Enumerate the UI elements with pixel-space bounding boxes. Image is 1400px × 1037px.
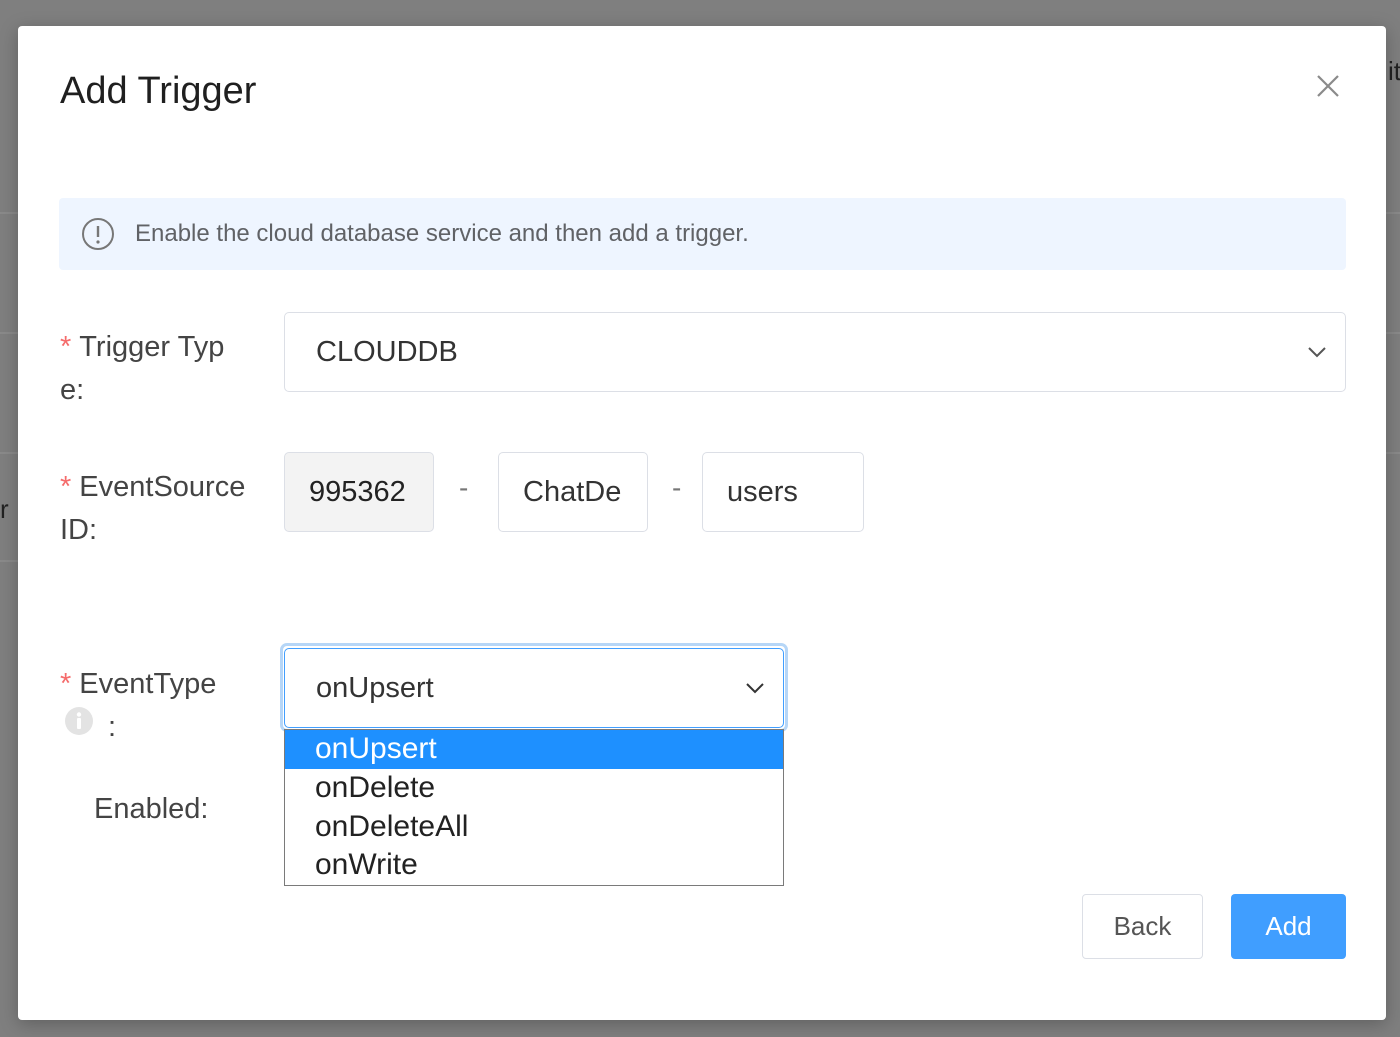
event-type-dropdown: onUpsert onDelete onDeleteAll onWrite	[284, 729, 784, 886]
collection-field[interactable]: users	[702, 452, 864, 532]
trigger-type-select[interactable]: CLOUDDB	[284, 312, 1346, 392]
option-ondeleteall[interactable]: onDeleteAll	[285, 808, 783, 847]
info-circle-icon	[82, 218, 114, 250]
option-onupsert[interactable]: onUpsert	[285, 730, 783, 769]
project-id-field: 995362	[284, 452, 434, 532]
separator: -	[459, 472, 469, 503]
trigger-type-value: CLOUDDB	[316, 335, 458, 368]
event-type-select[interactable]: onUpsert	[284, 648, 784, 728]
event-type-colon: :	[108, 711, 117, 743]
trigger-type-label: * Trigger Typ e:	[60, 331, 225, 406]
background-divider	[0, 332, 18, 334]
info-alert: Enable the cloud database service and th…	[59, 198, 1346, 270]
close-icon[interactable]	[1314, 72, 1342, 100]
required-mark: *	[60, 331, 72, 363]
add-trigger-dialog: Add Trigger Enable the cloud database se…	[18, 26, 1386, 1020]
add-button[interactable]: Add	[1231, 894, 1346, 959]
option-onwrite[interactable]: onWrite	[285, 846, 783, 885]
chevron-down-icon	[1308, 347, 1326, 358]
background-divider	[0, 560, 18, 562]
database-field[interactable]: ChatDe	[498, 452, 648, 532]
background-text: r	[0, 494, 9, 524]
enabled-label: Enabled:	[94, 793, 209, 825]
back-button[interactable]: Back	[1082, 894, 1203, 959]
background-divider	[1386, 332, 1400, 334]
background-divider	[1386, 212, 1400, 214]
dialog-title: Add Trigger	[60, 70, 257, 112]
separator: -	[672, 472, 682, 503]
background-text: it	[1388, 56, 1400, 86]
option-ondelete[interactable]: onDelete	[285, 769, 783, 808]
event-type-label: * EventType	[60, 668, 217, 700]
required-mark: *	[60, 668, 72, 700]
alert-message: Enable the cloud database service and th…	[135, 220, 749, 247]
event-source-label: * EventSource ID:	[60, 471, 246, 546]
event-type-value: onUpsert	[316, 671, 434, 704]
background-divider	[1386, 452, 1400, 454]
background-divider	[0, 212, 18, 214]
info-icon[interactable]	[64, 706, 94, 736]
chevron-down-icon	[746, 683, 764, 694]
required-mark: *	[60, 471, 72, 503]
background-divider	[0, 452, 18, 454]
